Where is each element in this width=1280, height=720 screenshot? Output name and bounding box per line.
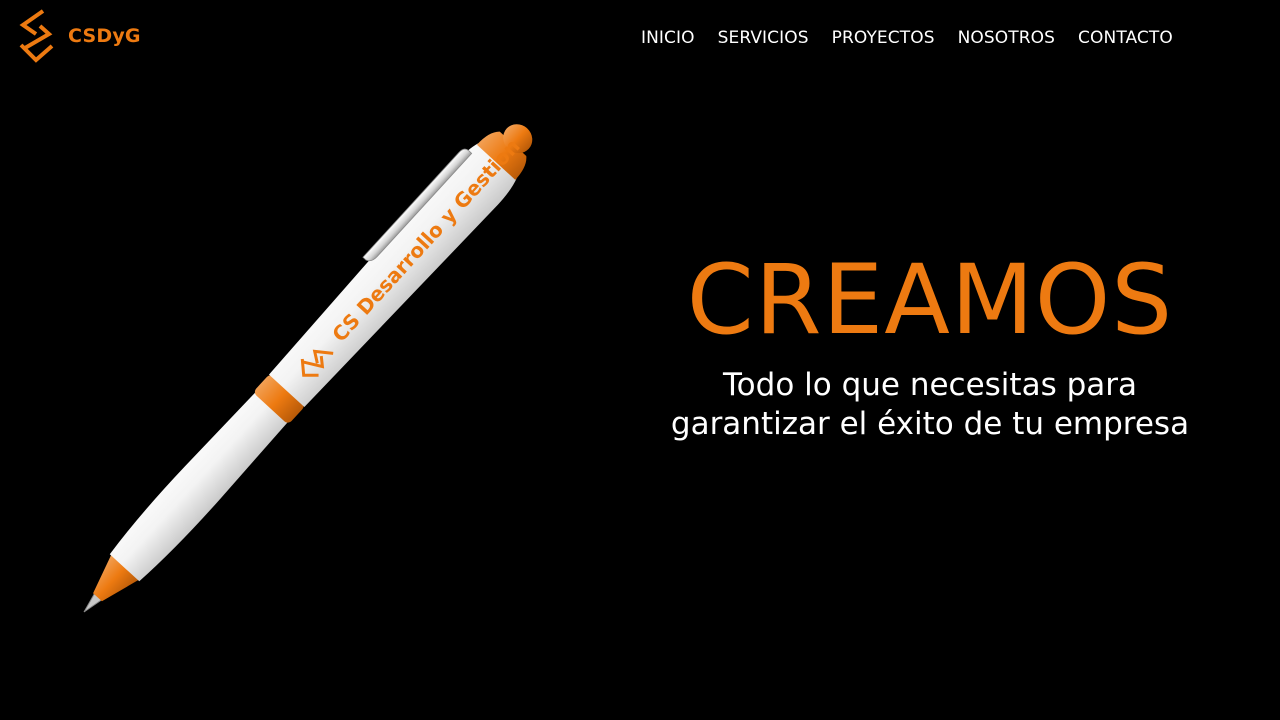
- hero-subtitle: Todo lo que necesitas para garantizar el…: [640, 366, 1220, 444]
- nav-item-proyectos[interactable]: PROYECTOS: [832, 26, 935, 50]
- nav-item-contacto[interactable]: CONTACTO: [1078, 26, 1173, 50]
- hero-text-block: CREAMOS Todo lo que necesitas para garan…: [640, 250, 1220, 444]
- brand-home-link[interactable]: CSDyG: [16, 8, 141, 64]
- site-header: CSDyG INICIO SERVICIOS PROYECTOS NOSOTRO…: [0, 0, 1280, 76]
- hero-title: CREAMOS: [686, 244, 1174, 356]
- hero-subtitle-line2: garantizar el éxito de tu empresa: [670, 406, 1190, 442]
- nav-item-servicios[interactable]: SERVICIOS: [718, 26, 809, 50]
- brand-name: CSDyG: [68, 25, 141, 47]
- nav-item-nosotros[interactable]: NOSOTROS: [958, 26, 1055, 50]
- hero-subtitle-line1: Todo lo que necesitas para: [723, 367, 1137, 403]
- pen-imprint-text: CS Desarrollo y Gestion: [327, 134, 525, 346]
- nav-item-inicio[interactable]: INICIO: [641, 26, 695, 50]
- branded-pen-image: CS Desarrollo y Gestion: [83, 124, 533, 613]
- main-nav: INICIO SERVICIOS PROYECTOS NOSOTROS CONT…: [641, 26, 1173, 50]
- brand-logo-icon: [19, 9, 54, 63]
